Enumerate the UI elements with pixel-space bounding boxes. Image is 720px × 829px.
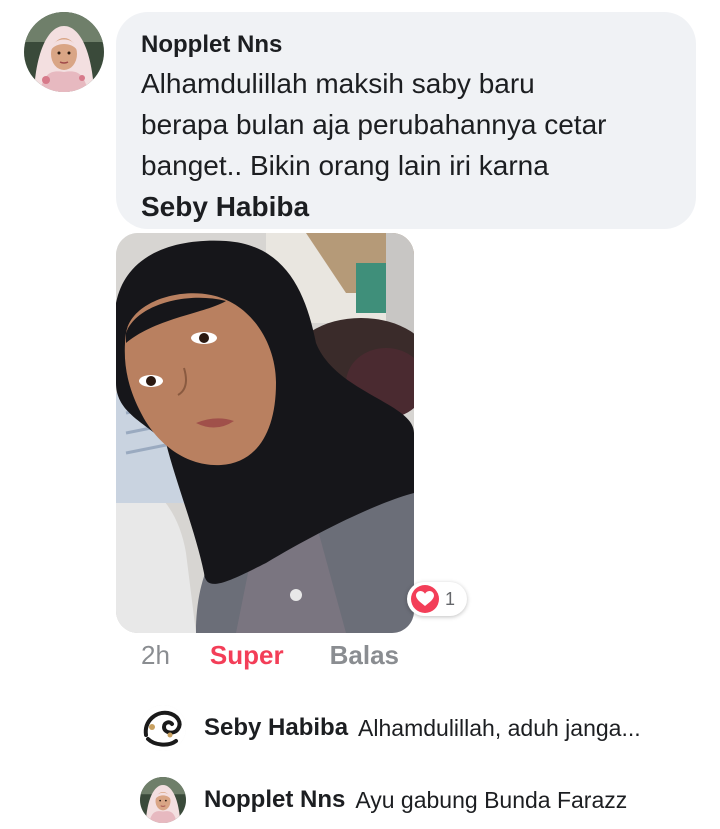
commenter-avatar[interactable] (24, 12, 104, 92)
selfie-photo-icon (116, 233, 414, 633)
comment-text-line-1: Alhamdulillah maksih saby baru (141, 68, 535, 99)
reply-author[interactable]: Seby Habiba (204, 714, 348, 742)
comment-timestamp[interactable]: 2h (141, 640, 170, 671)
profile-photo-icon (24, 12, 104, 92)
reply-item[interactable]: Seby Habiba Alhamdulillah, aduh janga... (140, 704, 700, 752)
reply-item[interactable]: Nopplet Nns Ayu gabung Bunda Farazz (140, 776, 700, 824)
comment-actions: 2h Super Balas (141, 638, 399, 672)
reply-button[interactable]: Balas (330, 640, 399, 671)
tagged-user-link[interactable]: Seby Habiba (141, 186, 670, 227)
profile-photo-icon (140, 777, 186, 823)
reaction-summary[interactable]: 1 (407, 582, 467, 616)
comment-text-line-2: berapa bulan aja perubahannya cetar (141, 109, 607, 140)
reply-avatar[interactable] (140, 777, 186, 823)
reply-text: Alhamdulillah, aduh janga... (358, 714, 641, 741)
reaction-button[interactable]: Super (210, 640, 284, 671)
reaction-count: 1 (445, 588, 456, 609)
comment-thread: Nopplet Nns Alhamdulillah maksih saby ba… (0, 0, 720, 829)
heart-icon (411, 585, 439, 613)
comment-photo[interactable] (116, 233, 414, 633)
comment-text-line-3: banget.. Bikin orang lain iri karna (141, 150, 549, 181)
comment-bubble: Nopplet Nns Alhamdulillah maksih saby ba… (116, 12, 696, 229)
reply-text: Ayu gabung Bunda Farazz (355, 786, 628, 813)
logo-avatar-icon (140, 705, 186, 751)
reply-author[interactable]: Nopplet Nns (204, 786, 345, 814)
comment-author[interactable]: Nopplet Nns (141, 30, 670, 60)
reply-avatar[interactable] (140, 705, 186, 751)
